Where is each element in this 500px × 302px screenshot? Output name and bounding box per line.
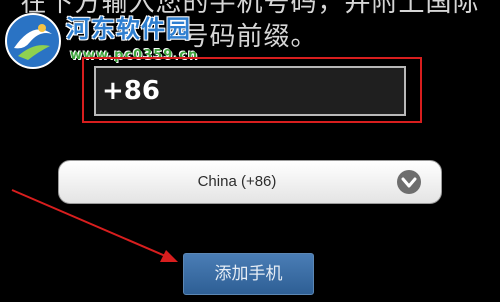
chevron-down-icon[interactable]	[396, 169, 422, 195]
phone-number-input[interactable]	[94, 66, 406, 116]
watermark-site-name: 河东软件园	[66, 14, 191, 43]
country-code-select[interactable]: China (+86)	[58, 160, 442, 204]
country-select-value: China (+86)	[197, 173, 277, 190]
site-logo-icon	[5, 13, 61, 69]
add-phone-button[interactable]: 添加手机	[183, 253, 314, 295]
